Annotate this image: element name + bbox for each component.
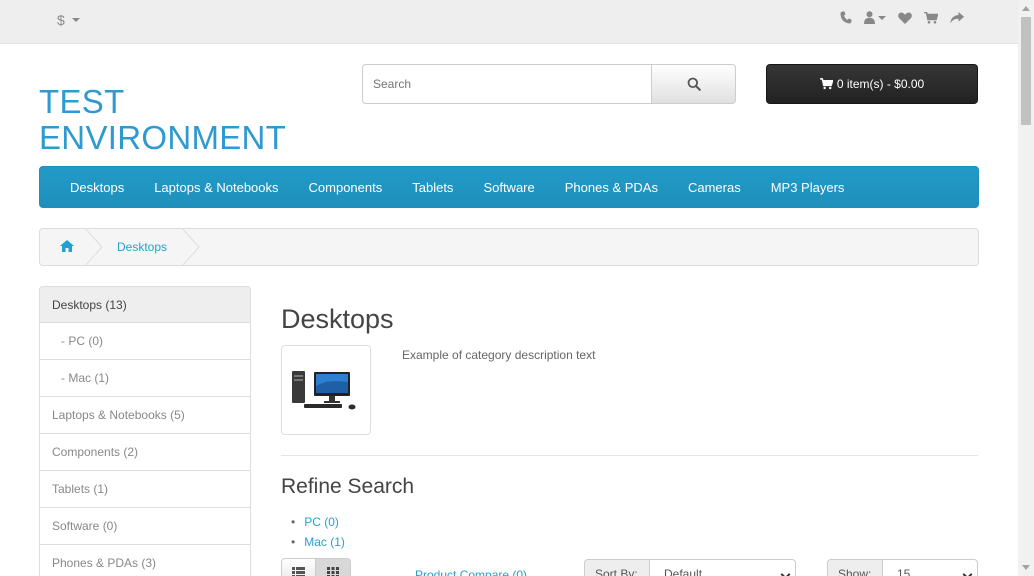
divider <box>281 455 978 456</box>
logo-line-1: TEST <box>39 83 125 120</box>
sort-by-select[interactable]: Default <box>649 559 796 576</box>
scroll-down-arrow-icon[interactable] <box>1022 565 1030 570</box>
menu-item-laptops-notebooks[interactable]: Laptops & Notebooks <box>139 180 293 195</box>
product-compare-link[interactable]: Product Compare (0) <box>415 568 527 576</box>
sidebar-item-components[interactable]: Components (2) <box>39 434 251 471</box>
phone-icon[interactable] <box>840 11 852 24</box>
list-view-button[interactable] <box>281 558 316 576</box>
sort-by-label: Sort By: <box>584 559 650 576</box>
menu-item-components[interactable]: Components <box>294 180 398 195</box>
breadcrumb: Desktops <box>39 228 979 266</box>
menu-item-cameras[interactable]: Cameras <box>673 180 756 195</box>
sidebar-item-phones-pdas[interactable]: Phones & PDAs (3) <box>39 545 251 576</box>
user-icon <box>864 11 875 24</box>
list-icon <box>292 566 305 576</box>
currency-symbol: $ <box>57 12 65 28</box>
search-input[interactable] <box>362 64 652 104</box>
top-links <box>840 11 964 24</box>
menu-item-software[interactable]: Software <box>468 180 549 195</box>
sidebar-item-mac[interactable]: - Mac (1) <box>39 360 251 397</box>
sidebar-item-software[interactable]: Software (0) <box>39 508 251 545</box>
breadcrumb-item-desktops[interactable]: Desktops <box>117 240 167 254</box>
heart-icon[interactable] <box>898 11 912 24</box>
logo-line-2: ENVIRONMENT <box>39 119 287 156</box>
menu-item-tablets[interactable]: Tablets <box>397 180 468 195</box>
main-menu: Desktops Laptops & Notebooks Components … <box>39 166 979 208</box>
sidebar-item-tablets[interactable]: Tablets (1) <box>39 471 251 508</box>
breadcrumb-separator <box>182 229 200 265</box>
chevron-down-icon <box>71 18 80 22</box>
chevron-down-icon <box>780 569 791 576</box>
top-bar: $ <box>0 0 1018 44</box>
category-sidebar: Desktops (13) - PC (0) - Mac (1) Laptops… <box>39 286 251 576</box>
page-scrollbar[interactable] <box>1018 0 1034 576</box>
chevron-down-icon <box>962 569 973 576</box>
currency-dropdown[interactable]: $ <box>57 12 80 28</box>
search-button[interactable] <box>651 64 736 104</box>
refine-item-mac[interactable]: Mac (1) <box>304 532 345 552</box>
sidebar-item-desktops[interactable]: Desktops (13) <box>39 286 251 323</box>
home-icon[interactable] <box>60 240 74 255</box>
sidebar-item-pc[interactable]: - PC (0) <box>39 323 251 360</box>
grid-view-button[interactable] <box>316 558 351 576</box>
category-description: Example of category description text <box>402 348 596 362</box>
sidebar-item-laptops-notebooks[interactable]: Laptops & Notebooks (5) <box>39 397 251 434</box>
scroll-up-arrow-icon[interactable] <box>1022 6 1030 11</box>
view-toggle <box>281 558 351 576</box>
menu-item-mp3-players[interactable]: MP3 Players <box>756 180 860 195</box>
show-limit-value: 15 <box>897 567 911 576</box>
refine-search-title: Refine Search <box>281 475 415 498</box>
show-limit-select[interactable]: 15 <box>882 559 978 576</box>
account-dropdown[interactable] <box>864 11 886 24</box>
share-icon[interactable] <box>950 11 964 24</box>
category-image <box>281 345 371 435</box>
page-title: Desktops <box>281 304 394 334</box>
cart-button-label: 0 item(s) - $0.00 <box>836 77 925 91</box>
cart-button[interactable]: 0 item(s) - $0.00 <box>766 64 978 104</box>
site-logo[interactable]: TEST ENVIRONMENT <box>39 84 299 156</box>
refine-item-pc[interactable]: PC (0) <box>304 512 345 532</box>
chevron-down-icon <box>878 15 886 20</box>
refine-search-list: PC (0) Mac (1) <box>304 512 345 552</box>
sort-by-value: Default <box>664 567 703 576</box>
search-icon <box>687 77 701 91</box>
menu-item-desktops[interactable]: Desktops <box>55 180 139 195</box>
cart-icon[interactable] <box>924 11 938 24</box>
grid-icon <box>327 566 339 576</box>
scrollbar-thumb[interactable] <box>1021 17 1031 125</box>
show-label: Show: <box>827 559 883 576</box>
cart-icon <box>819 78 833 90</box>
menu-item-phones-pdas[interactable]: Phones & PDAs <box>550 180 673 195</box>
